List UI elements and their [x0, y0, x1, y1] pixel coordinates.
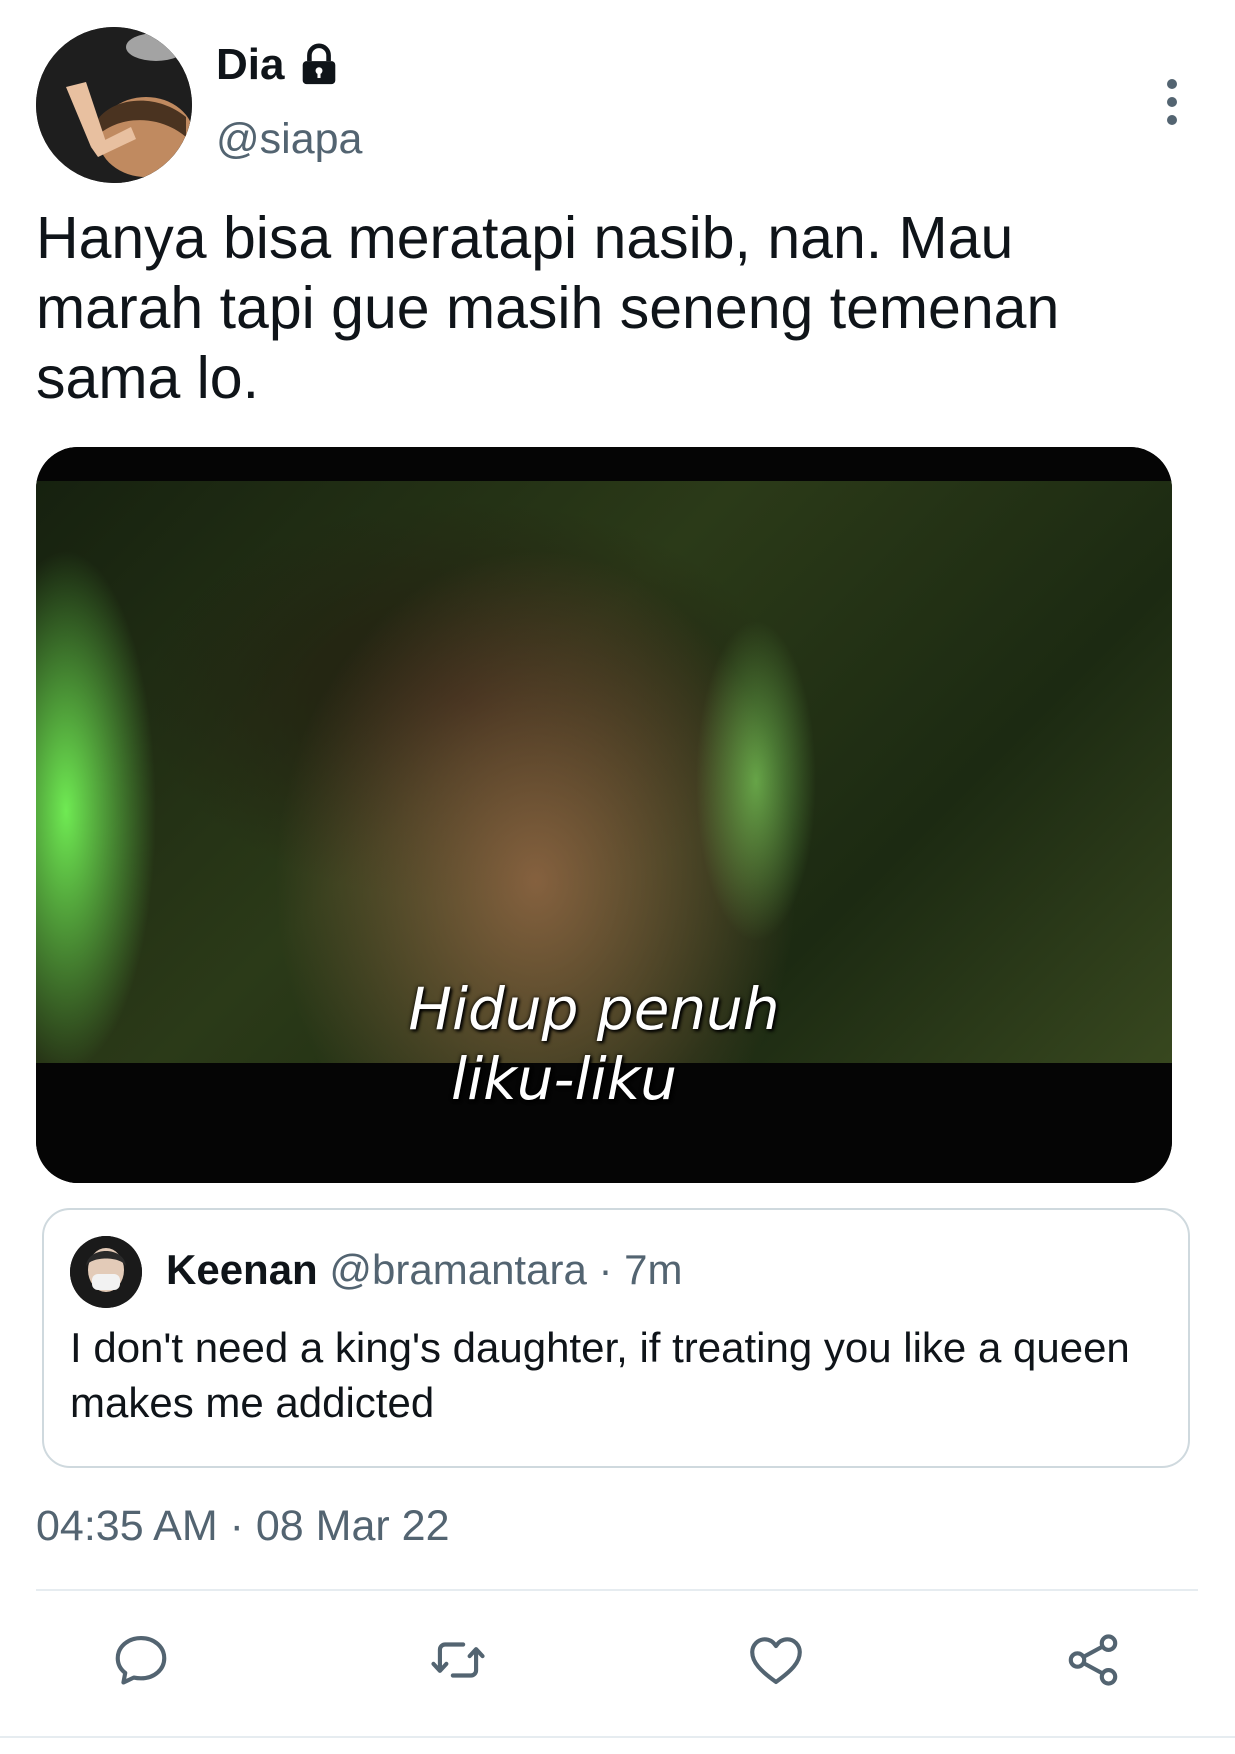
quoted-author-avatar[interactable]: [70, 1236, 142, 1308]
quoted-tweet-header: Keenan @bramantara · 7m: [166, 1246, 682, 1294]
media-letterbox-top: [36, 447, 1172, 481]
author-display-name[interactable]: Dia: [216, 40, 342, 90]
tweet-text: Hanya bisa meratapi nasib, nan. Mau mara…: [36, 205, 1060, 411]
reply-icon: [115, 1635, 167, 1685]
like-button[interactable]: [738, 1622, 814, 1698]
author-avatar[interactable]: [36, 27, 192, 183]
more-vertical-icon: [1167, 79, 1177, 89]
action-bar: [0, 1622, 1235, 1702]
lock-icon: [296, 42, 342, 88]
more-dot: [1167, 115, 1177, 125]
bottom-divider: [0, 1736, 1235, 1738]
quoted-author-name[interactable]: Keenan: [166, 1246, 318, 1293]
media-caption-line2: liku-liku: [450, 1045, 678, 1113]
heart-icon: [750, 1637, 802, 1685]
media-caption-line1: Hidup penuh: [408, 975, 780, 1043]
share-icon: [1068, 1634, 1118, 1686]
more-options-button[interactable]: [1150, 52, 1194, 152]
share-button[interactable]: [1055, 1622, 1131, 1698]
author-handle[interactable]: @siapa: [216, 115, 362, 164]
tweet-media[interactable]: Hidup penuh liku-liku: [36, 447, 1172, 1183]
retweet-button[interactable]: [420, 1622, 496, 1698]
more-dot: [1167, 97, 1177, 107]
retweet-icon: [431, 1642, 485, 1678]
display-name-text: Dia: [216, 40, 285, 89]
tweet-timestamp[interactable]: 04:35 AM · 08 Mar 22: [36, 1502, 450, 1551]
quoted-tweet-text: I don't need a king's daughter, if treat…: [70, 1324, 1130, 1426]
quoted-tweet-card[interactable]: Keenan @bramantara · 7m I don't need a k…: [42, 1208, 1190, 1468]
quoted-author-meta: @bramantara · 7m: [329, 1246, 683, 1293]
divider: [36, 1589, 1198, 1591]
reply-button[interactable]: [103, 1622, 179, 1698]
